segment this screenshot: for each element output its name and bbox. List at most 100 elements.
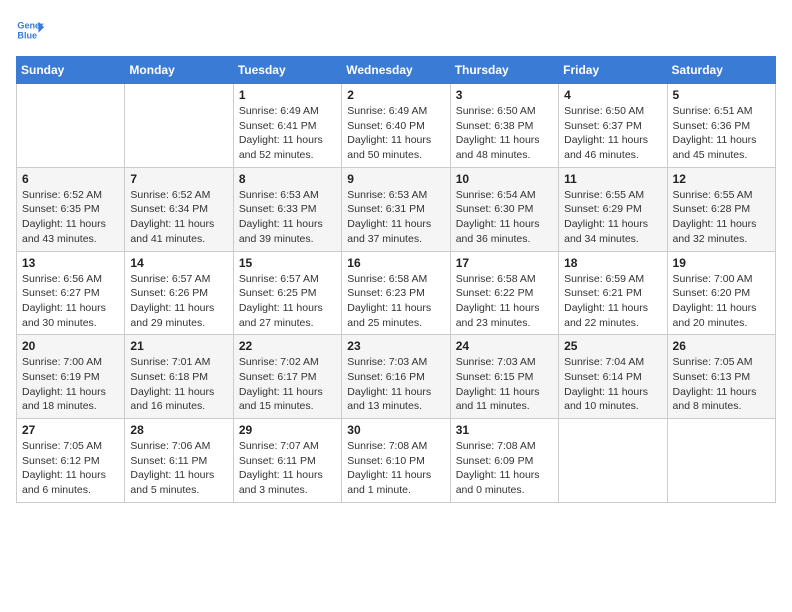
day-number: 23 bbox=[347, 339, 444, 353]
calendar-cell: 6 Sunrise: 6:52 AM Sunset: 6:35 PM Daylig… bbox=[17, 167, 125, 251]
day-number: 3 bbox=[456, 88, 553, 102]
cell-content: Sunrise: 7:06 AM Sunset: 6:11 PM Dayligh… bbox=[130, 439, 227, 498]
cell-content: Sunrise: 6:52 AM Sunset: 6:35 PM Dayligh… bbox=[22, 188, 119, 247]
day-number: 28 bbox=[130, 423, 227, 437]
calendar-week-1: 1 Sunrise: 6:49 AM Sunset: 6:41 PM Daylig… bbox=[17, 84, 776, 168]
cell-content: Sunrise: 6:53 AM Sunset: 6:31 PM Dayligh… bbox=[347, 188, 444, 247]
calendar-cell: 15 Sunrise: 6:57 AM Sunset: 6:25 PM Dayli… bbox=[233, 251, 341, 335]
logo-icon: General Blue bbox=[16, 16, 44, 44]
cell-content: Sunrise: 6:57 AM Sunset: 6:25 PM Dayligh… bbox=[239, 272, 336, 331]
calendar-cell: 9Sunrise: 6:53 AM Sunset: 6:31 PM Daylig… bbox=[342, 167, 450, 251]
cell-content: Sunrise: 6:50 AM Sunset: 6:38 PM Dayligh… bbox=[456, 104, 553, 163]
calendar-cell: 31Sunrise: 7:08 AM Sunset: 6:09 PM Dayli… bbox=[450, 419, 558, 503]
calendar-body: 1 Sunrise: 6:49 AM Sunset: 6:41 PM Daylig… bbox=[17, 84, 776, 503]
day-number: 2 bbox=[347, 88, 444, 102]
day-number: 17 bbox=[456, 256, 553, 270]
calendar-cell bbox=[667, 419, 775, 503]
header-cell-wednesday: Wednesday bbox=[342, 57, 450, 84]
calendar-cell: 4Sunrise: 6:50 AM Sunset: 6:37 PM Daylig… bbox=[559, 84, 667, 168]
cell-content: Sunrise: 7:00 AM Sunset: 6:19 PM Dayligh… bbox=[22, 355, 119, 414]
day-number: 18 bbox=[564, 256, 661, 270]
day-number: 12 bbox=[673, 172, 770, 186]
day-number: 10 bbox=[456, 172, 553, 186]
day-number: 8 bbox=[239, 172, 336, 186]
day-number: 24 bbox=[456, 339, 553, 353]
header-cell-monday: Monday bbox=[125, 57, 233, 84]
cell-content: Sunrise: 6:52 AM Sunset: 6:34 PM Dayligh… bbox=[130, 188, 227, 247]
header-cell-tuesday: Tuesday bbox=[233, 57, 341, 84]
calendar-week-3: 13Sunrise: 6:56 AM Sunset: 6:27 PM Dayli… bbox=[17, 251, 776, 335]
calendar-cell: 30 Sunrise: 7:08 AM Sunset: 6:10 PM Dayli… bbox=[342, 419, 450, 503]
calendar-cell: 29 Sunrise: 7:07 AM Sunset: 6:11 PM Dayli… bbox=[233, 419, 341, 503]
calendar-cell: 23 Sunrise: 7:03 AM Sunset: 6:16 PM Dayli… bbox=[342, 335, 450, 419]
day-number: 15 bbox=[239, 256, 336, 270]
cell-content: Sunrise: 6:53 AM Sunset: 6:33 PM Dayligh… bbox=[239, 188, 336, 247]
cell-content: Sunrise: 6:50 AM Sunset: 6:37 PM Dayligh… bbox=[564, 104, 661, 163]
header-cell-saturday: Saturday bbox=[667, 57, 775, 84]
day-number: 29 bbox=[239, 423, 336, 437]
cell-content: Sunrise: 6:57 AM Sunset: 6:26 PM Dayligh… bbox=[130, 272, 227, 331]
day-number: 20 bbox=[22, 339, 119, 353]
day-number: 1 bbox=[239, 88, 336, 102]
header-row: SundayMondayTuesdayWednesdayThursdayFrid… bbox=[17, 57, 776, 84]
cell-content: Sunrise: 6:49 AM Sunset: 6:40 PM Dayligh… bbox=[347, 104, 444, 163]
calendar-cell: 10Sunrise: 6:54 AM Sunset: 6:30 PM Dayli… bbox=[450, 167, 558, 251]
calendar-cell: 3 Sunrise: 6:50 AM Sunset: 6:38 PM Daylig… bbox=[450, 84, 558, 168]
day-number: 25 bbox=[564, 339, 661, 353]
cell-content: Sunrise: 6:59 AM Sunset: 6:21 PM Dayligh… bbox=[564, 272, 661, 331]
calendar-cell: 5Sunrise: 6:51 AM Sunset: 6:36 PM Daylig… bbox=[667, 84, 775, 168]
cell-content: Sunrise: 7:00 AM Sunset: 6:20 PM Dayligh… bbox=[673, 272, 770, 331]
calendar-cell: 25Sunrise: 7:04 AM Sunset: 6:14 PM Dayli… bbox=[559, 335, 667, 419]
calendar-cell: 21Sunrise: 7:01 AM Sunset: 6:18 PM Dayli… bbox=[125, 335, 233, 419]
calendar-cell bbox=[559, 419, 667, 503]
cell-content: Sunrise: 6:58 AM Sunset: 6:23 PM Dayligh… bbox=[347, 272, 444, 331]
day-number: 27 bbox=[22, 423, 119, 437]
calendar-cell: 20 Sunrise: 7:00 AM Sunset: 6:19 PM Dayli… bbox=[17, 335, 125, 419]
cell-content: Sunrise: 7:03 AM Sunset: 6:16 PM Dayligh… bbox=[347, 355, 444, 414]
svg-text:Blue: Blue bbox=[17, 30, 37, 40]
day-number: 7 bbox=[130, 172, 227, 186]
cell-content: Sunrise: 7:08 AM Sunset: 6:10 PM Dayligh… bbox=[347, 439, 444, 498]
cell-content: Sunrise: 7:05 AM Sunset: 6:13 PM Dayligh… bbox=[673, 355, 770, 414]
cell-content: Sunrise: 6:58 AM Sunset: 6:22 PM Dayligh… bbox=[456, 272, 553, 331]
calendar-cell: 16 Sunrise: 6:58 AM Sunset: 6:23 PM Dayli… bbox=[342, 251, 450, 335]
cell-content: Sunrise: 6:56 AM Sunset: 6:27 PM Dayligh… bbox=[22, 272, 119, 331]
calendar-cell: 18 Sunrise: 6:59 AM Sunset: 6:21 PM Dayli… bbox=[559, 251, 667, 335]
day-number: 16 bbox=[347, 256, 444, 270]
calendar-cell: 11 Sunrise: 6:55 AM Sunset: 6:29 PM Dayli… bbox=[559, 167, 667, 251]
calendar-cell: 13Sunrise: 6:56 AM Sunset: 6:27 PM Dayli… bbox=[17, 251, 125, 335]
calendar-table: SundayMondayTuesdayWednesdayThursdayFrid… bbox=[16, 56, 776, 503]
calendar-cell: 8 Sunrise: 6:53 AM Sunset: 6:33 PM Daylig… bbox=[233, 167, 341, 251]
calendar-cell: 22Sunrise: 7:02 AM Sunset: 6:17 PM Dayli… bbox=[233, 335, 341, 419]
calendar-cell: 17 Sunrise: 6:58 AM Sunset: 6:22 PM Dayli… bbox=[450, 251, 558, 335]
day-number: 11 bbox=[564, 172, 661, 186]
header-cell-friday: Friday bbox=[559, 57, 667, 84]
cell-content: Sunrise: 6:55 AM Sunset: 6:28 PM Dayligh… bbox=[673, 188, 770, 247]
calendar-week-4: 20 Sunrise: 7:00 AM Sunset: 6:19 PM Dayli… bbox=[17, 335, 776, 419]
day-number: 26 bbox=[673, 339, 770, 353]
calendar-cell: 27 Sunrise: 7:05 AM Sunset: 6:12 PM Dayli… bbox=[17, 419, 125, 503]
day-number: 21 bbox=[130, 339, 227, 353]
logo: General Blue bbox=[16, 16, 48, 44]
header-cell-thursday: Thursday bbox=[450, 57, 558, 84]
cell-content: Sunrise: 7:07 AM Sunset: 6:11 PM Dayligh… bbox=[239, 439, 336, 498]
calendar-header: SundayMondayTuesdayWednesdayThursdayFrid… bbox=[17, 57, 776, 84]
cell-content: Sunrise: 6:55 AM Sunset: 6:29 PM Dayligh… bbox=[564, 188, 661, 247]
calendar-week-2: 6 Sunrise: 6:52 AM Sunset: 6:35 PM Daylig… bbox=[17, 167, 776, 251]
calendar-cell: 14Sunrise: 6:57 AM Sunset: 6:26 PM Dayli… bbox=[125, 251, 233, 335]
day-number: 22 bbox=[239, 339, 336, 353]
calendar-cell: 26 Sunrise: 7:05 AM Sunset: 6:13 PM Dayli… bbox=[667, 335, 775, 419]
day-number: 30 bbox=[347, 423, 444, 437]
day-number: 31 bbox=[456, 423, 553, 437]
cell-content: Sunrise: 7:05 AM Sunset: 6:12 PM Dayligh… bbox=[22, 439, 119, 498]
calendar-cell: 1 Sunrise: 6:49 AM Sunset: 6:41 PM Daylig… bbox=[233, 84, 341, 168]
cell-content: Sunrise: 6:49 AM Sunset: 6:41 PM Dayligh… bbox=[239, 104, 336, 163]
calendar-cell: 2 Sunrise: 6:49 AM Sunset: 6:40 PM Daylig… bbox=[342, 84, 450, 168]
header-cell-sunday: Sunday bbox=[17, 57, 125, 84]
cell-content: Sunrise: 6:51 AM Sunset: 6:36 PM Dayligh… bbox=[673, 104, 770, 163]
day-number: 6 bbox=[22, 172, 119, 186]
calendar-week-5: 27 Sunrise: 7:05 AM Sunset: 6:12 PM Dayli… bbox=[17, 419, 776, 503]
page-header: General Blue bbox=[16, 16, 776, 44]
calendar-cell bbox=[125, 84, 233, 168]
calendar-cell: 12 Sunrise: 6:55 AM Sunset: 6:28 PM Dayli… bbox=[667, 167, 775, 251]
